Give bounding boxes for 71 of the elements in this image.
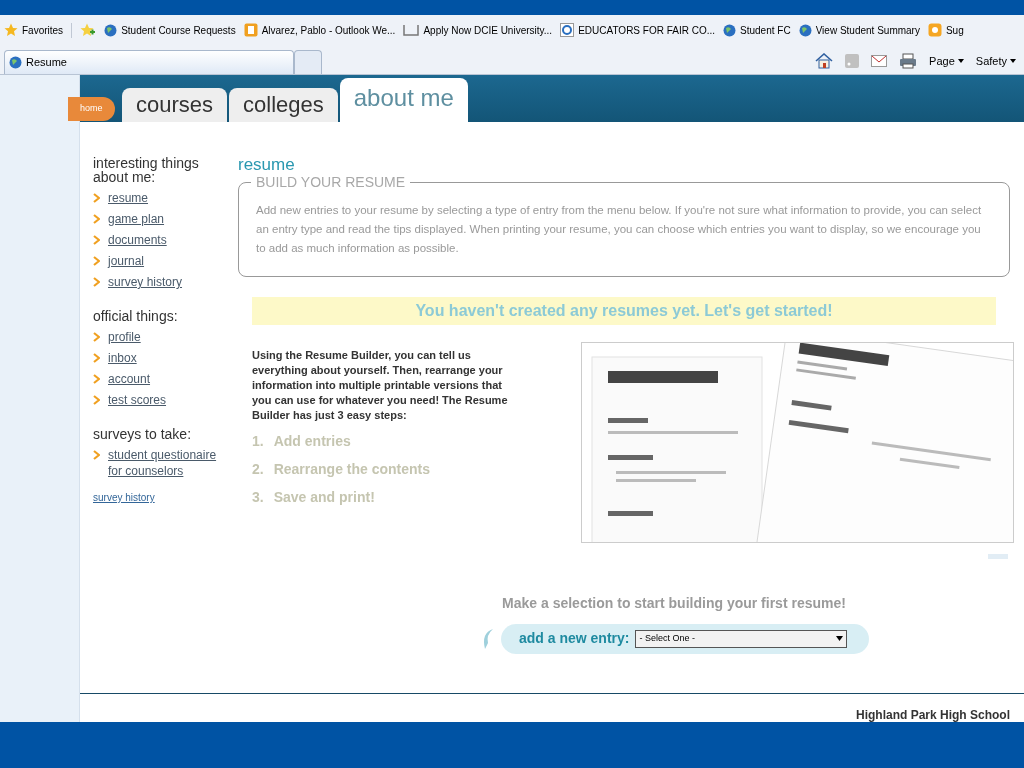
caret-icon — [1010, 58, 1016, 63]
step-number: 1. — [252, 431, 264, 451]
favorite-link[interactable]: Student FC — [723, 22, 791, 38]
nav-tab[interactable]: courses — [122, 88, 228, 122]
browser-icon — [560, 23, 575, 37]
step-label: Save and print! — [273, 487, 375, 507]
prompt-text: Make a selection to start building your first resume! — [502, 593, 846, 613]
tab-title: Resume — [26, 55, 67, 71]
chevron-icon — [93, 256, 100, 266]
globe-icon — [9, 56, 22, 69]
sidebar-link[interactable]: journal — [108, 253, 145, 269]
new-tab-button[interactable] — [294, 50, 322, 74]
box-text: Add new entries to your resume by selecting a type of entry from the menu below. If you're not sure what information to provide, you can select an entry type and read the tips displayed. When printing your resume, you can choose which entries you want to display, so we encourage you to add as much information as possible. — [256, 202, 983, 256]
chevron-icon — [93, 395, 100, 405]
chevron-icon — [93, 450, 100, 460]
page-icon — [403, 24, 420, 36]
sidebar-link[interactable]: resume — [108, 190, 148, 206]
sidebar-link[interactable]: survey history — [93, 490, 230, 505]
step-number: 3. — [252, 487, 264, 507]
mail-icon[interactable] — [871, 54, 888, 67]
browser-tab[interactable]: Resume — [4, 50, 294, 74]
chevron-icon — [93, 235, 100, 245]
step-label: Rearrange the contents — [273, 459, 431, 479]
printer-icon[interactable] — [899, 52, 918, 69]
step-label: Add entries — [273, 431, 351, 451]
sidebar-link[interactable]: survey history — [108, 274, 183, 290]
favorite-link[interactable]: EDUCATORS FOR FAIR CO... — [560, 22, 716, 38]
sidebar-heading: interesting things about me: — [93, 156, 200, 184]
envelope-icon — [243, 23, 258, 37]
sidebar-heading: official things: — [93, 309, 179, 323]
globe-icon — [798, 23, 812, 37]
favorite-link[interactable]: Apply Now DCIE University... — [403, 22, 553, 38]
entry-label: add a new entry: — [519, 629, 630, 648]
globe-icon — [104, 23, 118, 37]
step-number: 2. — [252, 459, 264, 479]
favorite-link[interactable]: Alvarez, Pablo - Outlook We... — [243, 22, 396, 38]
favorites-button[interactable]: Favorites — [4, 22, 73, 38]
intro-text: Using the Resume Builder, you can tell us everything about yourself. Then, rearrange your information into multiple printable versions that you can use for whatever you need! The Resume Builder has just 3 easy steps: — [252, 347, 509, 423]
chevron-icon — [93, 353, 100, 363]
nav-tab[interactable]: about me — [339, 78, 468, 122]
sidebar-link[interactable]: documents — [108, 232, 167, 248]
nav-tab[interactable]: colleges — [229, 88, 338, 122]
sidebar-link[interactable]: profile — [108, 329, 141, 345]
chevron-icon — [93, 332, 100, 342]
chevron-icon — [93, 193, 100, 203]
favorite-link[interactable]: Student Course Requests — [104, 22, 236, 38]
command-menu[interactable]: Page — [929, 52, 964, 69]
sidebar-heading: surveys to take: — [93, 427, 193, 441]
notice-banner: You haven't created any resumes yet. Let's get started! — [252, 296, 996, 325]
sidebar-link[interactable]: inbox — [108, 350, 137, 366]
chevron-icon — [93, 277, 100, 287]
chevron-icon — [93, 374, 100, 384]
caret-icon — [957, 58, 964, 63]
globe-icon — [723, 23, 737, 37]
command-menu[interactable]: Safety — [975, 52, 1016, 69]
sidebar-link[interactable]: test scores — [108, 392, 167, 408]
feed-icon[interactable] — [845, 53, 860, 68]
sidebar-link[interactable]: game plan — [108, 211, 165, 227]
sidebar-link[interactable]: account — [108, 371, 151, 387]
web-slice-icon — [927, 23, 942, 37]
star-icon — [4, 23, 18, 37]
favorite-link[interactable]: View Student Summary — [798, 22, 920, 38]
add-favorite-icon[interactable] — [80, 23, 97, 37]
chevron-icon — [93, 214, 100, 224]
sidebar-link[interactable]: student questionaire for counselors — [108, 447, 230, 479]
favorite-link[interactable]: Sug — [927, 22, 964, 38]
entry-select[interactable]: - Select One - — [635, 629, 848, 648]
school-name: Highland Park High School — [856, 708, 1010, 722]
home-icon[interactable] — [815, 52, 834, 69]
page-title: resume — [238, 154, 296, 176]
dropdown-caret-icon — [836, 636, 844, 641]
